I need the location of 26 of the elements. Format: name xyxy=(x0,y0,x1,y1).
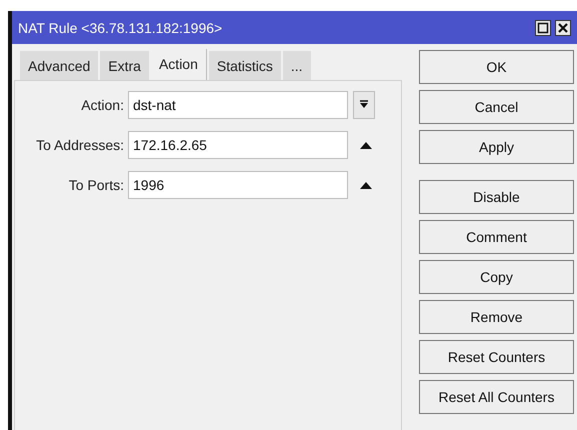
close-icon[interactable] xyxy=(555,20,571,36)
field-label: Action: xyxy=(80,97,125,113)
dropdown-arrow-icon xyxy=(359,100,369,110)
tab[interactable]: Statistics xyxy=(208,51,281,80)
field-label: To Ports: xyxy=(68,177,125,193)
window-title: NAT Rule <36.78.131.182:1996> xyxy=(18,20,222,36)
dialog-button[interactable]: OK xyxy=(419,50,574,84)
tab[interactable]: Extra xyxy=(100,51,149,80)
action-button[interactable]: Reset Counters xyxy=(419,340,574,374)
input-field[interactable]: 172.16.2.65 xyxy=(128,131,348,159)
dialog-button[interactable]: Cancel xyxy=(419,90,574,124)
dropdown-button[interactable] xyxy=(353,91,375,119)
up-triangle-icon[interactable] xyxy=(360,142,372,148)
action-button[interactable]: Comment xyxy=(419,220,574,254)
up-triangle-icon[interactable] xyxy=(360,182,372,188)
tab[interactable]: Advanced xyxy=(20,51,98,80)
input-field[interactable]: 1996 xyxy=(128,171,348,199)
maximize-icon[interactable] xyxy=(535,20,551,36)
dialog-button[interactable]: Apply xyxy=(419,130,574,164)
action-button[interactable]: Reset All Counters xyxy=(419,380,574,414)
tab[interactable]: ... xyxy=(282,51,311,80)
field-label: To Addresses: xyxy=(35,137,125,153)
action-button[interactable]: Disable xyxy=(419,180,574,214)
action-button[interactable]: Remove xyxy=(419,300,574,334)
action-button[interactable]: Copy xyxy=(419,260,574,294)
input-field[interactable]: dst-nat xyxy=(128,91,348,119)
